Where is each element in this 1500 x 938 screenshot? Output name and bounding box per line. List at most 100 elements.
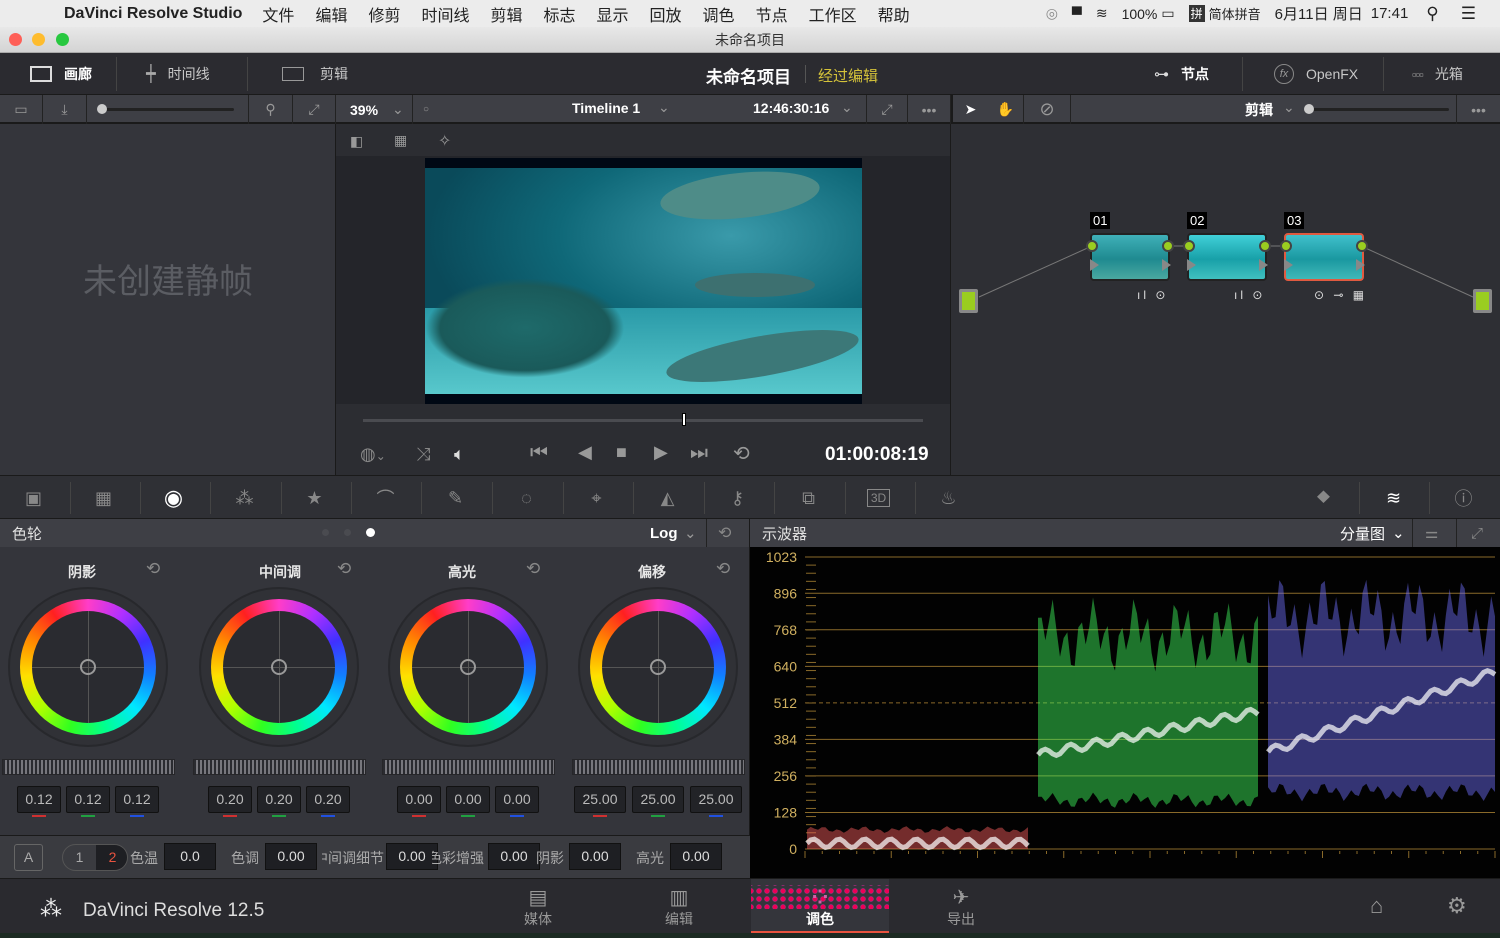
shadows-field[interactable]: 0.00 bbox=[569, 843, 621, 870]
menu-timeline[interactable]: 时间线 bbox=[421, 2, 469, 26]
node-mode-dropdown[interactable]: 剪辑 bbox=[1245, 100, 1273, 120]
motion-effects-tool[interactable]: ★ bbox=[291, 476, 338, 520]
wheel-puck[interactable] bbox=[650, 659, 666, 675]
expand-icon[interactable]: ⤢ bbox=[1471, 525, 1483, 542]
blur-tool[interactable]: ◭ bbox=[644, 476, 691, 520]
wifi-icon[interactable]: ≋ bbox=[1096, 5, 1108, 22]
lightbox-button[interactable]: ▫▫▫ 光箱 bbox=[1412, 53, 1463, 95]
page-dot-1[interactable] bbox=[322, 529, 329, 536]
master-wheel-jog[interactable] bbox=[2, 759, 175, 775]
spotlight-icon[interactable]: ⚲ bbox=[1426, 4, 1438, 24]
qualifier-tool[interactable]: ✎ bbox=[432, 476, 479, 520]
zoom-window-button[interactable] bbox=[56, 33, 69, 46]
wheel-reset-icon[interactable]: ⟲ bbox=[146, 559, 160, 579]
gallery-expand-button[interactable]: ⤢ bbox=[293, 95, 336, 124]
wheel-puck[interactable] bbox=[460, 659, 476, 675]
camera-raw-tool[interactable]: ▣ bbox=[10, 476, 57, 520]
menu-edit[interactable]: 编辑 bbox=[315, 2, 347, 26]
reverse-play-button[interactable]: ◀ bbox=[578, 442, 592, 463]
display-icon[interactable]: ▀ bbox=[1072, 6, 1082, 22]
midtone-detail-field[interactable]: 0.00 bbox=[386, 843, 438, 870]
search-button[interactable]: ⚲ bbox=[249, 95, 293, 124]
reset-all-icon[interactable]: ⟲ bbox=[718, 523, 731, 543]
node-02[interactable] bbox=[1187, 233, 1267, 281]
playhead[interactable] bbox=[682, 413, 686, 426]
input-method[interactable]: 简体拼音 bbox=[1209, 4, 1261, 23]
chevron-down-icon[interactable]: ⌄ bbox=[684, 524, 697, 542]
menu-clip[interactable]: 剪辑 bbox=[490, 2, 522, 26]
wheel-value-blue[interactable]: 0.20 bbox=[306, 786, 350, 813]
volume-icon[interactable]: 🔈︎ bbox=[454, 444, 465, 465]
wheel-value-blue[interactable]: 25.00 bbox=[690, 786, 742, 813]
media-page-tab[interactable]: ▤ 媒体 bbox=[469, 879, 607, 934]
node-01[interactable] bbox=[1090, 233, 1170, 281]
gallery-size-slider[interactable] bbox=[87, 95, 249, 124]
zoom-dropdown[interactable]: 39% ⌄ bbox=[336, 95, 413, 124]
node-key-output[interactable] bbox=[1162, 259, 1171, 271]
hand-tool[interactable]: ✋ bbox=[988, 95, 1024, 124]
node-editor[interactable]: 01 ıl ⊙ 02 ıl ⊙ 03 ⊙ ⊸ ▦ bbox=[951, 124, 1500, 475]
timeline-button[interactable]: ┿ 时间线 bbox=[146, 53, 210, 95]
menu-workspace[interactable]: 工作区 bbox=[809, 2, 857, 26]
param-page-2-active[interactable]: 2 bbox=[96, 845, 127, 870]
home-button[interactable]: ⌂ bbox=[1370, 893, 1383, 919]
3d-tool[interactable]: 3D bbox=[855, 476, 902, 520]
menu-help[interactable]: 帮助 bbox=[878, 2, 910, 26]
node-output-dot[interactable] bbox=[1259, 240, 1271, 252]
wheel-puck[interactable] bbox=[271, 659, 287, 675]
sizing-tool[interactable]: ⧉ bbox=[785, 476, 832, 520]
chevron-down-icon[interactable]: ⌄ bbox=[1392, 524, 1405, 542]
stop-button[interactable]: ■ bbox=[616, 442, 627, 463]
output-node[interactable] bbox=[1473, 289, 1492, 313]
node-input-dot[interactable] bbox=[1086, 240, 1098, 252]
scopes-tool[interactable]: ≋ bbox=[1370, 476, 1417, 520]
tint-field[interactable]: 0.00 bbox=[265, 843, 317, 870]
notification-center-icon[interactable]: ☰ bbox=[1461, 4, 1476, 24]
scope-settings-icon[interactable]: ⚌ bbox=[1425, 524, 1438, 542]
curves-tool[interactable]: ⌒ bbox=[362, 476, 409, 520]
wheel-reset-icon[interactable]: ⟲ bbox=[716, 559, 730, 579]
node-input-dot[interactable] bbox=[1280, 240, 1292, 252]
menu-view[interactable]: 显示 bbox=[597, 2, 629, 26]
master-wheel-jog[interactable] bbox=[193, 759, 366, 775]
wheel-value-green[interactable]: 0.20 bbox=[257, 786, 301, 813]
menu-mark[interactable]: 标志 bbox=[544, 2, 576, 26]
node-output-dot[interactable] bbox=[1162, 240, 1174, 252]
wheel-puck[interactable] bbox=[80, 659, 96, 675]
viewer-fullscreen-button[interactable]: ⤢ bbox=[866, 95, 908, 124]
shuffle-icon[interactable]: ⤨ bbox=[416, 444, 430, 465]
wheel-reset-icon[interactable]: ⟲ bbox=[526, 559, 540, 579]
gallery-button[interactable]: 画廊 bbox=[30, 53, 92, 95]
audio-scrub-icon[interactable]: ◍⌄ bbox=[360, 444, 386, 465]
node-key-output[interactable] bbox=[1259, 259, 1268, 271]
master-wheel-jog[interactable] bbox=[572, 759, 745, 775]
node-more-button[interactable]: ••• bbox=[1457, 95, 1500, 124]
video-frame[interactable] bbox=[425, 158, 862, 404]
node-key-input[interactable] bbox=[1187, 259, 1196, 271]
source-input-node[interactable] bbox=[959, 289, 978, 313]
nodes-button[interactable]: ⊶ 节点 bbox=[1154, 53, 1209, 95]
color-wheels-tool[interactable]: ◉ bbox=[150, 476, 197, 520]
window-tool[interactable]: ◌ bbox=[503, 476, 550, 520]
info-tool[interactable]: ⓘ bbox=[1440, 476, 1487, 520]
wheel-value-blue[interactable]: 0.12 bbox=[115, 786, 159, 813]
creative-cloud-icon[interactable]: ◎ bbox=[1046, 5, 1058, 22]
wheel-value-red[interactable]: 0.20 bbox=[208, 786, 252, 813]
edit-page-tab[interactable]: ▥ 编辑 bbox=[610, 879, 748, 934]
timeline-chevron-icon[interactable]: ⌄ bbox=[658, 99, 670, 116]
scrub-bar[interactable] bbox=[363, 419, 923, 422]
node-key-output[interactable] bbox=[1356, 259, 1365, 271]
node-zoom-knob[interactable] bbox=[1304, 104, 1314, 114]
clock[interactable]: 17:41 bbox=[1371, 5, 1409, 22]
master-wheel-jog[interactable] bbox=[382, 759, 555, 775]
input-method-icon[interactable]: 拼 bbox=[1188, 5, 1205, 22]
timeline-selector[interactable]: Timeline 1 bbox=[572, 100, 640, 116]
timecode-display[interactable]: 12:46:30:16 bbox=[753, 100, 829, 116]
wheel-value-red[interactable]: 25.00 bbox=[574, 786, 626, 813]
pointer-tool[interactable]: ➤ bbox=[951, 95, 988, 124]
menu-playback[interactable]: 回放 bbox=[650, 2, 682, 26]
node-zoom-slider[interactable] bbox=[1305, 108, 1449, 111]
toggle-sidebar-button[interactable]: ▭ bbox=[0, 95, 43, 124]
fx-tool[interactable]: ♨ bbox=[925, 476, 972, 520]
menu-nodes[interactable]: 节点 bbox=[756, 2, 788, 26]
